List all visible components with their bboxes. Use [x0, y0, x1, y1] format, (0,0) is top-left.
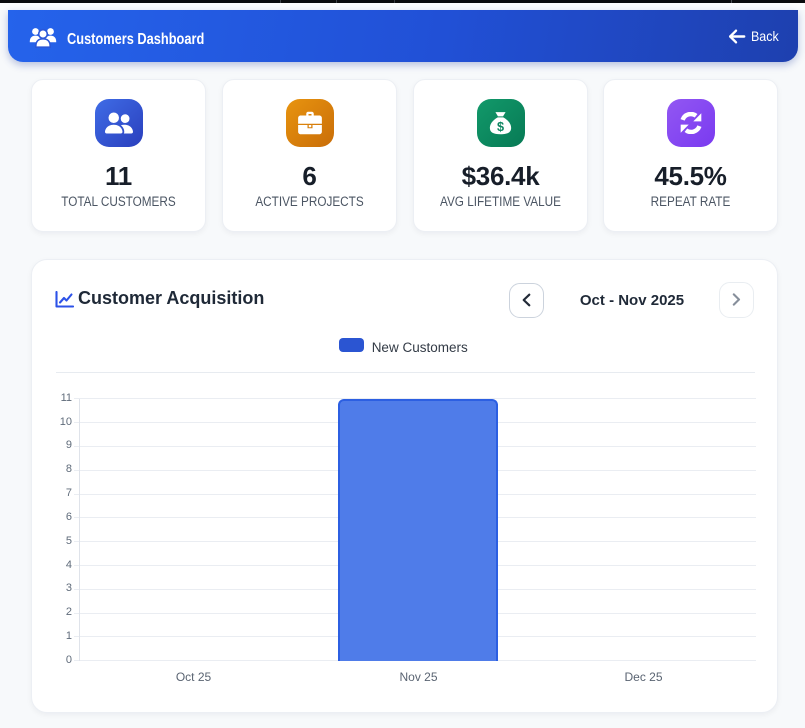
- svg-text:$: $: [497, 119, 504, 133]
